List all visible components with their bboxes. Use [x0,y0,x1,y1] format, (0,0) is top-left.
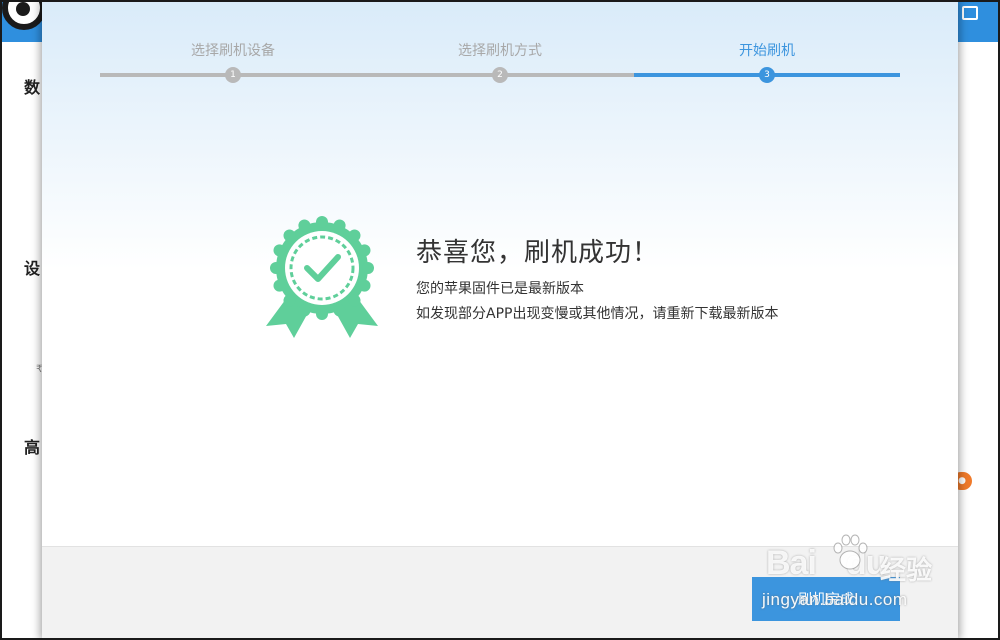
watermark-url: jingyan.baidu.com [762,590,908,609]
success-title: 恭喜您，刷机成功！ [416,238,660,268]
step-label-start-flash: 开始刷机 [739,43,795,59]
watermark-cn-text: 经验 [880,556,933,586]
step-line-completed [100,73,634,77]
step-label-select-device: 选择刷机设备 [191,43,275,59]
success-message-hint: 如发现部分APP出现变慢或其他情况，请重新下载最新版本 [416,306,779,322]
bg-section-label-2: 设 [24,259,41,278]
step-dot-2: 2 [492,67,508,83]
bg-section-label-3: 高 [24,438,41,457]
maximize-icon[interactable] [962,6,978,20]
award-check-icon [266,216,378,338]
success-message-firmware: 您的苹果固件已是最新版本 [416,281,584,297]
step-dot-1: 1 [225,67,241,83]
progress-stepper: 选择刷机设备 选择刷机方式 开始刷机 1 2 3 [100,40,900,90]
bg-section-label-1: 数 [24,78,41,97]
paw-icon [833,534,868,570]
baidu-jingyan-watermark: Bai du 经验 jingyan.baidu.com [760,532,950,622]
step-label-select-method: 选择刷机方式 [458,43,542,59]
step-dot-3: 3 [759,67,775,83]
